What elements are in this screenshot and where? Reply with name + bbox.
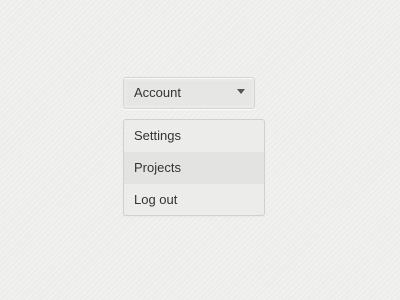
account-dropdown-menu: Settings Projects Log out — [123, 119, 265, 216]
menu-item-settings[interactable]: Settings — [124, 120, 264, 152]
menu-item-log-out[interactable]: Log out — [124, 184, 264, 215]
caret-down-icon — [237, 89, 245, 94]
account-dropdown-button[interactable]: Account — [123, 77, 255, 109]
menu-item-projects[interactable]: Projects — [124, 152, 264, 184]
account-dropdown-label: Account — [134, 85, 181, 100]
